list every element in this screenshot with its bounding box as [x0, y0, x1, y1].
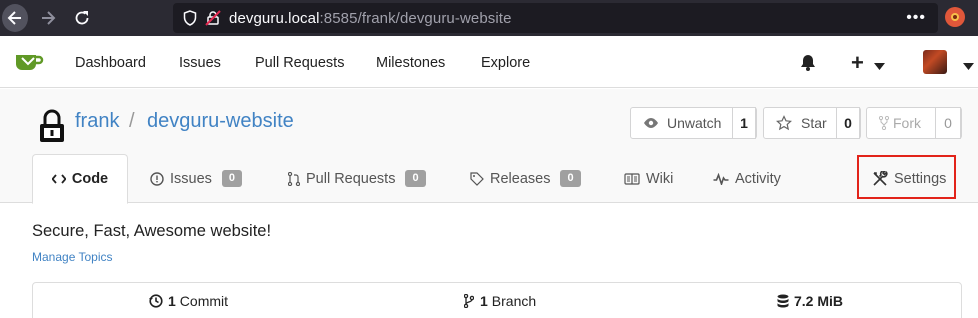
nav-explore[interactable]: Explore — [481, 55, 530, 71]
nav-pull-requests[interactable]: Pull Requests — [255, 55, 344, 71]
repo-name-link[interactable]: devguru-website — [147, 110, 294, 133]
fork-button[interactable]: Fork 0 — [866, 107, 962, 139]
repo-size: 7.2 MiB — [794, 293, 844, 309]
reload-button[interactable] — [68, 4, 96, 32]
issue-icon — [150, 171, 164, 186]
fork-icon — [879, 116, 889, 130]
database-icon — [777, 294, 789, 308]
issues-count-badge: 0 — [221, 170, 243, 187]
repo-description: Secure, Fast, Awesome website! — [32, 222, 272, 240]
tab-issues-label: Issues — [170, 170, 212, 187]
repo-path-separator: / — [129, 110, 135, 132]
extension-icon[interactable] — [945, 7, 965, 27]
star-label: Star — [801, 115, 827, 131]
eye-icon — [643, 117, 659, 129]
fork-label: Fork — [893, 115, 921, 131]
avatar-dropdown-chevron-icon[interactable] — [963, 57, 974, 73]
page-actions-menu[interactable]: ••• — [906, 9, 926, 27]
code-icon — [51, 174, 66, 184]
nav-dashboard[interactable]: Dashboard — [75, 55, 146, 71]
tab-releases[interactable]: Releases 0 — [470, 154, 581, 203]
repo-header: frank / devguru-website Unwatch 1 Star 0… — [0, 89, 978, 204]
unwatch-button[interactable]: Unwatch 1 — [630, 107, 757, 139]
tab-issues[interactable]: Issues 0 — [150, 154, 243, 203]
tab-activity-label: Activity — [735, 170, 781, 187]
browser-toolbar: devguru.local:8585/frank/devguru-website… — [0, 0, 978, 36]
url-text[interactable]: devguru.local:8585/frank/devguru-website — [229, 10, 512, 27]
back-button[interactable] — [2, 4, 28, 32]
repo-stats-bar: 1 Commit 1 Branch 7.2 MiB — [32, 282, 962, 318]
pulls-count-badge: 0 — [405, 170, 426, 187]
unwatch-label: Unwatch — [667, 115, 722, 131]
watch-count[interactable]: 1 — [732, 107, 756, 139]
tab-releases-label: Releases — [490, 170, 551, 187]
tab-code-label: Code — [71, 171, 109, 187]
fork-count[interactable]: 0 — [935, 107, 961, 139]
insecure-lock-icon[interactable] — [205, 10, 221, 26]
chevron-down-icon[interactable] — [874, 57, 885, 73]
app-header: Dashboard Issues Pull Requests Milestone… — [0, 36, 978, 88]
branches-label: Branch — [491, 293, 537, 309]
branch-icon — [464, 294, 474, 308]
branches-stat[interactable]: 1 Branch — [464, 293, 536, 309]
commits-stat[interactable]: 1 Commit — [149, 293, 228, 309]
bell-icon[interactable] — [800, 54, 816, 74]
repo-owner-link[interactable]: frank — [75, 110, 119, 133]
history-icon — [149, 294, 163, 308]
repo-tabs: Code Issues 0 Pull Requests 0 Releases 0 — [0, 154, 978, 204]
address-bar[interactable]: devguru.local:8585/frank/devguru-website… — [173, 3, 938, 33]
url-host: devguru.local — [229, 9, 320, 27]
plus-icon: + — [851, 50, 864, 75]
nav-issues[interactable]: Issues — [179, 55, 221, 71]
url-path: :8585/frank/devguru-website — [319, 9, 512, 27]
star-button[interactable]: Star 0 — [763, 107, 861, 139]
reload-icon — [75, 11, 89, 25]
tab-code[interactable]: Code — [32, 154, 128, 204]
size-stat: 7.2 MiB — [777, 293, 847, 309]
forward-button[interactable] — [34, 4, 62, 32]
settings-highlight-box — [857, 155, 956, 199]
tab-pull-requests-label: Pull Requests — [306, 170, 396, 187]
star-count[interactable]: 0 — [836, 107, 860, 139]
tab-wiki[interactable]: Wiki — [624, 154, 673, 203]
avatar[interactable] — [923, 50, 947, 74]
commits-count: 1 — [168, 293, 176, 309]
arrow-right-icon — [42, 11, 56, 25]
shield-icon[interactable] — [183, 10, 197, 26]
pull-request-icon — [288, 171, 300, 186]
tea-cup-icon — [16, 55, 44, 70]
book-icon — [624, 172, 640, 185]
pulse-icon — [713, 172, 729, 185]
tab-wiki-label: Wiki — [646, 170, 674, 187]
gitea-logo[interactable] — [14, 52, 44, 75]
tab-activity[interactable]: Activity — [713, 154, 781, 203]
star-icon — [776, 115, 792, 131]
nav-milestones[interactable]: Milestones — [376, 55, 445, 71]
tab-pull-requests[interactable]: Pull Requests 0 — [288, 154, 426, 203]
branches-count: 1 — [480, 293, 488, 309]
commits-label: Commit — [179, 293, 229, 309]
create-new-button[interactable]: + — [851, 50, 864, 76]
private-lock-icon — [38, 109, 66, 146]
arrow-left-icon — [7, 11, 21, 25]
releases-count-badge: 0 — [560, 170, 581, 187]
manage-topics-link[interactable]: Manage Topics — [32, 250, 113, 264]
tag-icon — [470, 171, 484, 186]
